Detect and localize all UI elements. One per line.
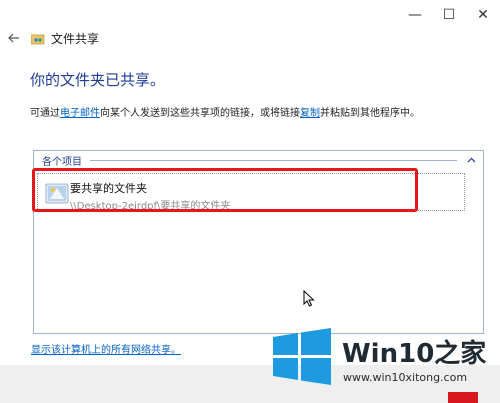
group-header[interactable]: 各个项目 xyxy=(34,151,483,169)
show-all-shares-link[interactable]: 显示该计算机上的所有网络共享。 xyxy=(31,341,181,356)
list-item[interactable]: 要共享的文件夹 \\Desktop-2ejrdpf\要共享的文件夹 xyxy=(37,173,465,212)
group-header-label: 各个项目 xyxy=(42,156,82,168)
minimize-button[interactable]: — xyxy=(398,0,432,30)
page-heading: 你的文件夹已共享。 xyxy=(30,71,166,89)
share-description: 可通过电子邮件向某个人发送到这些共享项的链接，或将链接复制并粘贴到其他程序中。 xyxy=(30,104,420,119)
watermark-brand: Win10之家 xyxy=(342,333,486,370)
group-divider xyxy=(90,159,457,161)
windows-logo-icon xyxy=(273,328,331,385)
mouse-cursor-icon xyxy=(303,290,315,307)
close-button[interactable]: ✕ xyxy=(466,0,500,30)
window-title: 文件共享 xyxy=(51,32,100,46)
copy-link[interactable]: 复制 xyxy=(300,108,320,119)
file-sharing-icon xyxy=(31,33,45,44)
desc-prefix: 可通过 xyxy=(30,108,60,119)
maximize-button[interactable]: ☐ xyxy=(432,0,466,30)
shared-folder-icon xyxy=(45,183,69,204)
desc-suffix: 并粘贴到其他程序中。 xyxy=(320,108,420,119)
watermark-url: www.win10xitong.com xyxy=(343,371,468,384)
window-title-bar: 文件共享 xyxy=(31,30,99,47)
item-path: \\Desktop-2ejrdpf\要共享的文件夹 xyxy=(70,201,231,212)
email-link[interactable]: 电子邮件 xyxy=(60,108,100,119)
watermark-brand-cn: 之家 xyxy=(434,339,487,369)
watermark-brand-en: Win10 xyxy=(342,339,435,369)
shared-items-list[interactable]: 各个项目 要共享的文件夹 \\Desktop-2ejrdpf\要共享的文件夹 xyxy=(33,150,484,334)
chevron-up-icon[interactable] xyxy=(465,154,477,166)
desc-middle: 向某个人发送到这些共享项的链接，或将链接 xyxy=(100,108,300,119)
item-name: 要共享的文件夹 xyxy=(70,182,147,195)
window-controls: — ☐ ✕ xyxy=(398,0,500,30)
back-button[interactable] xyxy=(6,30,22,46)
back-arrow-icon xyxy=(8,33,19,43)
red-accent-block xyxy=(448,392,478,403)
